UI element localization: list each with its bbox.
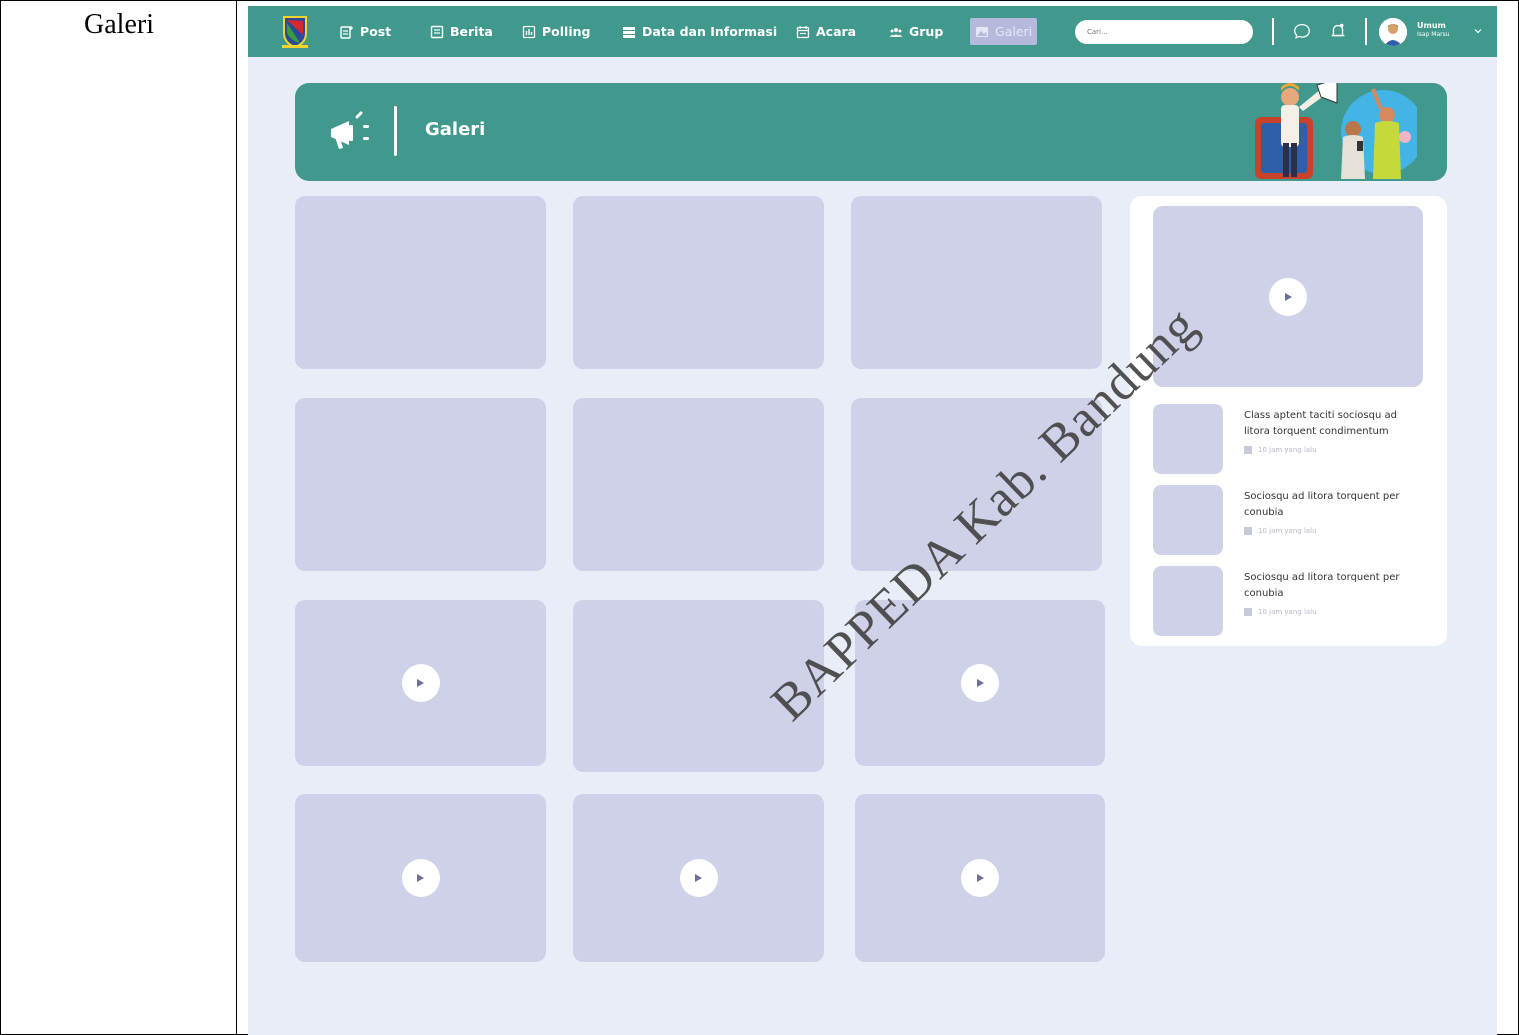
banner-divider: [394, 106, 397, 156]
user-name: Umum: [1417, 21, 1446, 30]
gallery-photo[interactable]: [573, 398, 824, 571]
gallery-photo[interactable]: [851, 196, 1102, 369]
side-panel: Class aptent taciti sociosqu ad litora t…: [1130, 196, 1447, 646]
item-meta: 10 jam yang lalu: [1244, 527, 1317, 535]
row-label: Galeri: [84, 9, 154, 40]
nav-grup-label: Grup: [909, 24, 944, 39]
thumbnail: [1153, 566, 1223, 636]
nav-data-informasi-label: Data dan Informasi: [642, 24, 778, 39]
list-item[interactable]: Sociosqu ad litora torquent per conubia …: [1153, 566, 1433, 636]
list-item[interactable]: Sociosqu ad litora torquent per conubia …: [1153, 485, 1433, 555]
play-icon[interactable]: [401, 859, 440, 897]
gallery-video[interactable]: [855, 794, 1105, 962]
list-item[interactable]: Class aptent taciti sociosqu ad litora t…: [1153, 404, 1433, 474]
gallery-video[interactable]: [855, 600, 1105, 766]
item-meta: 10 jam yang lalu: [1244, 446, 1317, 454]
megaphone-icon: [327, 111, 375, 153]
nav-grup[interactable]: Grup: [889, 6, 943, 57]
item-title: Sociosqu ad litora torquent per conubia: [1244, 491, 1400, 518]
post-icon: [340, 25, 354, 39]
chevron-down-icon[interactable]: [1472, 24, 1484, 36]
nav-polling-label: Polling: [542, 24, 591, 39]
thumbnail: [1153, 404, 1223, 474]
page-banner: Galeri: [295, 83, 1447, 181]
item-meta: 10 jam yang lalu: [1244, 608, 1317, 616]
people-megaphone-illustration: [1245, 83, 1425, 181]
gallery-video[interactable]: [295, 600, 546, 766]
nav-galeri[interactable]: Galeri: [975, 6, 1032, 57]
nav-divider: [1272, 18, 1274, 45]
clock-icon: [1244, 608, 1252, 616]
gallery-photo[interactable]: [295, 398, 546, 571]
gallery-photo[interactable]: [295, 196, 546, 369]
thumbnail: [1153, 485, 1223, 555]
gallery-video[interactable]: [295, 794, 546, 962]
gallery-video[interactable]: [573, 794, 824, 962]
nav-berita-label: Berita: [450, 24, 493, 39]
top-navbar: Post Berita Polling Data dan Informasi A: [248, 6, 1497, 57]
item-time: 10 jam yang lalu: [1258, 608, 1317, 616]
bell-icon[interactable]: [1327, 20, 1349, 42]
nav-data-informasi[interactable]: Data dan Informasi: [622, 6, 777, 57]
play-icon[interactable]: [679, 859, 718, 897]
nav-acara-label: Acara: [816, 24, 857, 39]
play-icon[interactable]: [961, 664, 999, 702]
image-icon: [975, 25, 989, 39]
poll-icon: [522, 25, 536, 39]
item-title: Sociosqu ad litora torquent per conubia: [1244, 572, 1400, 599]
logo-icon[interactable]: [282, 15, 308, 49]
play-icon[interactable]: [961, 859, 999, 897]
label-cell: Galeri: [0, 0, 236, 1035]
nav-galeri-label: Galeri: [995, 24, 1033, 39]
nav-acara[interactable]: Acara: [796, 6, 856, 57]
nav-divider-2: [1365, 18, 1367, 45]
user-info[interactable]: Umum Isap Marsu: [1417, 21, 1450, 39]
item-title: Class aptent taciti sociosqu ad litora t…: [1244, 410, 1397, 437]
clock-icon: [1244, 527, 1252, 535]
calendar-icon: [796, 25, 810, 39]
avatar[interactable]: [1379, 18, 1407, 46]
group-icon: [889, 25, 903, 39]
item-time: 10 jam yang lalu: [1258, 527, 1317, 535]
featured-video[interactable]: [1153, 206, 1423, 387]
page-title: Galeri: [425, 119, 486, 140]
data-icon: [622, 25, 636, 39]
user-role: Isap Marsu: [1417, 31, 1450, 38]
search-input[interactable]: [1075, 20, 1253, 44]
nav-berita[interactable]: Berita: [430, 6, 493, 57]
chat-icon[interactable]: [1291, 20, 1313, 42]
news-icon: [430, 25, 444, 39]
nav-post[interactable]: Post: [340, 6, 391, 57]
nav-polling[interactable]: Polling: [522, 6, 590, 57]
play-icon[interactable]: [1269, 277, 1307, 316]
gallery-screenshot: Post Berita Polling Data dan Informasi A: [248, 6, 1497, 1035]
gallery-photo[interactable]: [573, 600, 824, 772]
nav-post-label: Post: [360, 24, 392, 39]
gallery-photo[interactable]: [851, 398, 1102, 571]
item-time: 10 jam yang lalu: [1258, 446, 1317, 454]
clock-icon: [1244, 446, 1252, 454]
gallery-photo[interactable]: [573, 196, 824, 369]
play-icon[interactable]: [401, 664, 440, 702]
